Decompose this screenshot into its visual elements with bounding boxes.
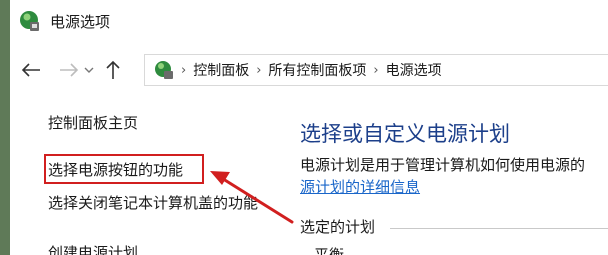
selected-plan-label: 选定的计划	[300, 218, 376, 236]
plan-option-label[interactable]: 平衡	[314, 244, 344, 255]
section-divider	[390, 228, 608, 229]
control-panel-window: 电源选项 › 控制面板 › 所有控制面板项 › 电源选项 控制面板主页 选择电源…	[10, 0, 608, 255]
plan-info-link[interactable]: 源计划的详细信息	[300, 176, 420, 197]
main-content: 选择或自定义电源计划 电源计划是用于管理计算机如何使用电源的 源计划的详细信息 …	[300, 92, 608, 255]
page-title: 选择或自定义电源计划	[300, 122, 510, 146]
plan-description: 电源计划是用于管理计算机如何使用电源的	[300, 156, 586, 174]
